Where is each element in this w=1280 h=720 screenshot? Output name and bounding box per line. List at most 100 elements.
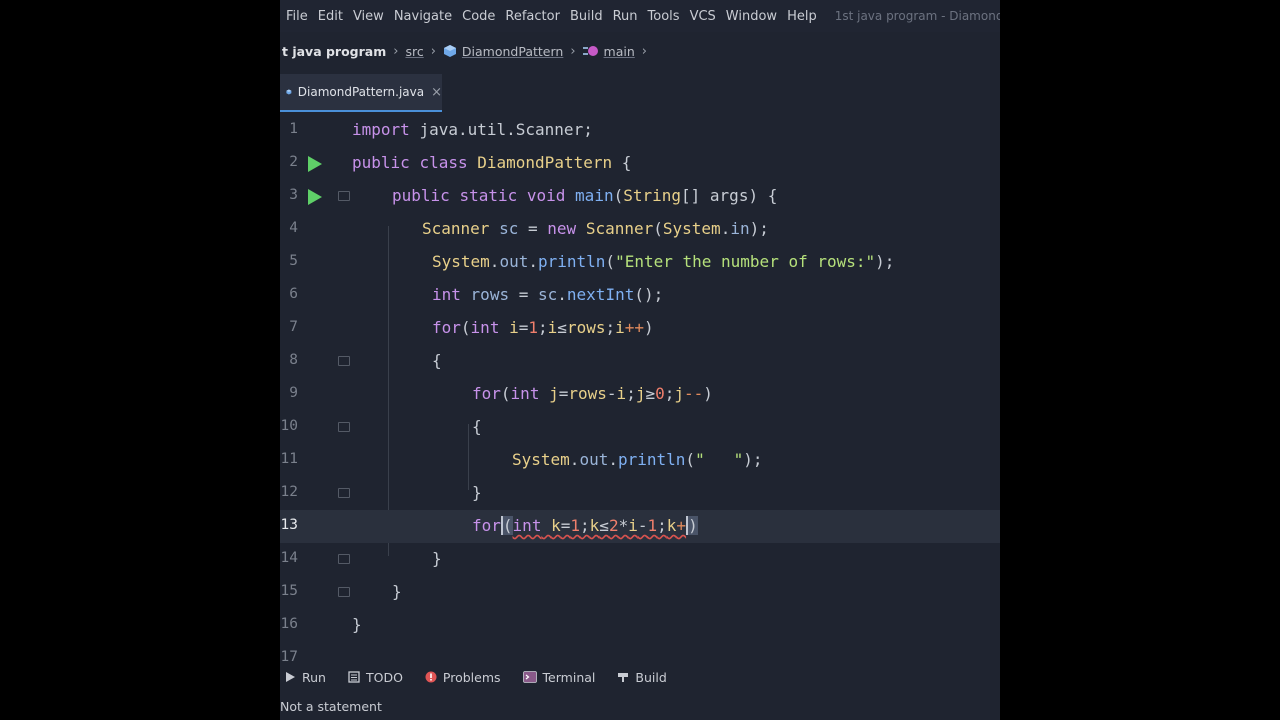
terminal-tool-label: Terminal	[542, 669, 596, 685]
code-line-10[interactable]: 10 {	[280, 411, 1000, 444]
menu-tools[interactable]: Tools	[648, 9, 680, 24]
run-tool-button[interactable]: Run	[284, 670, 326, 685]
fold-icon[interactable]	[338, 587, 350, 597]
ide-window: File Edit View Navigate Code Refactor Bu…	[280, 0, 1000, 720]
status-bar: Not a statement	[280, 696, 1000, 716]
code-text: for(int i=1;i≤rows;i++)	[432, 318, 654, 337]
menu-bar: File Edit View Navigate Code Refactor Bu…	[280, 0, 1000, 32]
line-number: 5	[289, 253, 298, 269]
line-number: 14	[280, 550, 298, 566]
code-line-9[interactable]: 9 for(int j=rows-i;j≥0;j--)	[280, 378, 1000, 411]
code-text: import java.util.Scanner;	[352, 120, 593, 139]
run-icon	[286, 672, 295, 682]
code-text: }	[352, 615, 362, 634]
code-line-16[interactable]: 16 }	[280, 609, 1000, 642]
code-text: for (int k=1;k≤2*i-1;k+)	[472, 516, 698, 535]
code-line-11[interactable]: 11 System.out.println(" ");	[280, 444, 1000, 477]
code-text: Scanner sc = new Scanner(System.in);	[422, 219, 769, 238]
error-icon	[425, 671, 437, 683]
chevron-right-icon: ›	[393, 43, 399, 59]
menu-view[interactable]: View	[353, 9, 384, 24]
status-message: Not a statement	[280, 698, 382, 714]
line-number: 15	[280, 583, 298, 599]
code-text: public class DiamondPattern {	[352, 153, 632, 172]
breadcrumb: t java program › src › DiamondPattern › …	[280, 38, 654, 64]
breadcrumb-class[interactable]: DiamondPattern	[443, 44, 563, 59]
code-text: }	[432, 549, 442, 568]
line-number: 13	[280, 517, 298, 533]
code-text: }	[392, 582, 402, 601]
code-text: {	[432, 351, 442, 370]
window-title: 1st java program - DiamondPa	[834, 9, 1000, 23]
line-number: 4	[289, 220, 298, 236]
line-number: 7	[289, 319, 298, 335]
menu-vcs[interactable]: VCS	[690, 9, 716, 24]
run-icon[interactable]	[308, 189, 322, 205]
line-number: 12	[280, 484, 298, 500]
code-line-3[interactable]: 3 public static void main(String[] args)…	[280, 180, 1000, 213]
fold-icon[interactable]	[338, 488, 350, 498]
menu-navigate[interactable]: Navigate	[394, 9, 452, 24]
java-class-icon	[443, 45, 456, 57]
code-line-8[interactable]: 8 {	[280, 345, 1000, 378]
menu-file[interactable]: File	[286, 9, 308, 24]
code-line-6[interactable]: 6 int rows = sc.nextInt();	[280, 279, 1000, 312]
line-number: 16	[280, 616, 298, 632]
code-line-15[interactable]: 15 }	[280, 576, 1000, 609]
menu-window[interactable]: Window	[726, 9, 777, 24]
line-number: 17	[280, 649, 298, 665]
code-line-5[interactable]: 5 System.out.println("Enter the number o…	[280, 246, 1000, 279]
menu-run[interactable]: Run	[613, 9, 638, 24]
menu-build[interactable]: Build	[570, 9, 603, 24]
fold-icon[interactable]	[338, 422, 350, 432]
todo-tool-button[interactable]: TODO	[348, 670, 403, 685]
hammer-icon	[618, 673, 629, 682]
code-line-4[interactable]: 4 Scanner sc = new Scanner(System.in);	[280, 213, 1000, 246]
code-text: public static void main(String[] args) {	[392, 186, 778, 205]
fold-icon[interactable]	[338, 356, 350, 366]
code-line-1[interactable]: 1 import java.util.Scanner;	[280, 114, 1000, 147]
code-line-2[interactable]: 2 public class DiamondPattern {	[280, 147, 1000, 180]
method-icon	[582, 46, 598, 56]
java-file-icon	[286, 89, 292, 95]
line-number: 8	[289, 352, 298, 368]
fold-icon[interactable]	[338, 554, 350, 564]
line-number: 6	[289, 286, 298, 302]
chevron-right-icon: ›	[570, 43, 576, 59]
line-number: 3	[289, 187, 298, 203]
run-icon[interactable]	[308, 156, 322, 172]
breadcrumb-folder[interactable]: src	[405, 44, 423, 59]
code-text: {	[472, 417, 482, 436]
line-number: 10	[280, 418, 298, 434]
breadcrumb-class-label: DiamondPattern	[461, 43, 564, 59]
menu-code[interactable]: Code	[462, 9, 495, 24]
menu-refactor[interactable]: Refactor	[505, 9, 560, 24]
line-number: 11	[280, 451, 298, 467]
menu-edit[interactable]: Edit	[318, 9, 343, 24]
terminal-tool-button[interactable]: Terminal	[522, 669, 596, 685]
breadcrumb-method[interactable]: main	[582, 44, 635, 59]
tab-diamondpattern-java[interactable]: DiamondPattern.java ×	[280, 74, 442, 112]
code-text: System.out.println("Enter the number of …	[432, 252, 895, 271]
code-editor[interactable]: 1 import java.util.Scanner; 2 public cla…	[280, 114, 1000, 665]
code-text: System.out.println(" ");	[512, 450, 763, 469]
breadcrumb-project[interactable]: t java program	[282, 44, 386, 59]
problems-tool-button[interactable]: Problems	[425, 670, 501, 685]
list-icon	[348, 671, 360, 683]
code-line-14[interactable]: 14 }	[280, 543, 1000, 576]
close-icon[interactable]: ×	[431, 85, 442, 100]
line-number: 2	[289, 154, 298, 170]
build-tool-button[interactable]: Build	[617, 670, 667, 685]
editor-tab-bar: DiamondPattern.java ×	[280, 74, 1000, 112]
code-line-13[interactable]: 13 for (int k=1;k≤2*i-1;k+)	[280, 510, 1000, 543]
code-line-7[interactable]: 7 for(int i=1;i≤rows;i++)	[280, 312, 1000, 345]
line-number: 9	[289, 385, 298, 401]
menu-help[interactable]: Help	[787, 9, 817, 24]
run-tool-label: Run	[302, 669, 326, 685]
code-text: for(int j=rows-i;j≥0;j--)	[472, 384, 713, 403]
chevron-right-icon: ›	[430, 43, 436, 59]
fold-icon[interactable]	[338, 191, 350, 201]
chevron-right-icon: ›	[641, 43, 647, 59]
problems-tool-label: Problems	[442, 669, 501, 685]
code-line-12[interactable]: 12 }	[280, 477, 1000, 510]
